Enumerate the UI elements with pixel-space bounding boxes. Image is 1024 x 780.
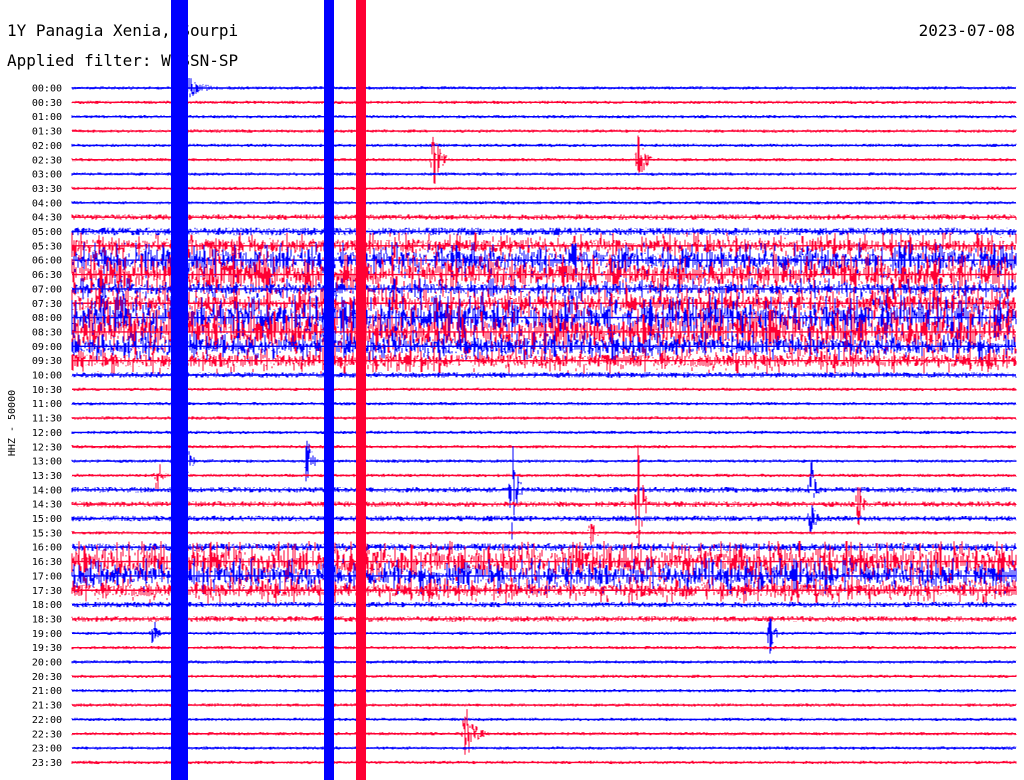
row-time-label: 18:30 (32, 614, 62, 625)
row-time-label: 13:30 (32, 471, 62, 482)
date-label: 2023-07-08 (919, 21, 1015, 40)
trace-group (71, 0, 1017, 780)
row-time-label: 19:00 (32, 629, 62, 640)
tick-label-group: 00:00 00:30 01:00 01:30 02:00 02:30 03:00 03:30… (32, 84, 62, 769)
y-axis-label: HHZ - 50000 (7, 390, 18, 456)
row-time-label: 23:30 (32, 758, 62, 769)
trace-row-1300 (71, 428, 1017, 504)
row-time-label: 10:00 (32, 371, 62, 382)
row-time-label: 19:30 (32, 643, 62, 654)
row-time-label: 20:30 (32, 672, 62, 683)
trace-row-1400 (71, 446, 1017, 540)
row-time-label: 16:00 (32, 543, 62, 554)
row-time-label: 07:30 (32, 299, 62, 310)
filter-label: Applied filter: WWSSN-SP (7, 51, 238, 70)
trace-row-1330 (71, 464, 1017, 491)
row-time-label: 02:00 (32, 141, 62, 152)
row-time-label: 12:00 (32, 428, 62, 439)
row-time-label: 05:30 (32, 241, 62, 252)
row-time-label: 14:30 (32, 500, 62, 511)
row-time-label: 06:30 (32, 270, 62, 281)
row-time-label: 15:00 (32, 514, 62, 525)
row-time-label: 22:30 (32, 729, 62, 740)
row-time-label: 08:00 (32, 313, 62, 324)
station-title: 1Y Panagia Xenia, Sourpi (7, 21, 238, 40)
row-time-label: 12:30 (32, 442, 62, 453)
row-time-label: 03:30 (32, 184, 62, 195)
row-time-label: 21:00 (32, 686, 62, 697)
row-time-label: 04:30 (32, 213, 62, 224)
row-time-label: 09:00 (32, 342, 62, 353)
row-time-label: 17:00 (32, 571, 62, 582)
row-time-label: 23:00 (32, 744, 62, 755)
row-time-label: 11:30 (32, 414, 62, 425)
trace-row-1530 (71, 523, 1017, 545)
row-time-label: 05:00 (32, 227, 62, 238)
row-time-label: 01:00 (32, 112, 62, 123)
row-time-label: 22:00 (32, 715, 62, 726)
row-time-label: 15:30 (32, 528, 62, 539)
saturated-event-band (171, 0, 188, 780)
saturated-event-band (356, 0, 366, 780)
saturated-event-band (324, 0, 334, 780)
row-time-label: 06:00 (32, 256, 62, 267)
row-time-label: 10:30 (32, 385, 62, 396)
row-time-label: 07:00 (32, 284, 62, 295)
row-time-label: 00:00 (32, 84, 62, 95)
row-time-label: 17:30 (32, 586, 62, 597)
row-time-label: 21:30 (32, 701, 62, 712)
row-time-label: 00:30 (32, 98, 62, 109)
row-time-label: 20:00 (32, 658, 62, 669)
row-time-label: 01:30 (32, 127, 62, 138)
row-time-label: 03:00 (32, 170, 62, 181)
row-time-label: 08:30 (32, 327, 62, 338)
row-time-label: 11:00 (32, 399, 62, 410)
helicorder-chart: 1Y Panagia Xenia, Sourpi Applied filter:… (7, 0, 1017, 780)
row-time-label: 09:30 (32, 356, 62, 367)
row-time-label: 16:30 (32, 557, 62, 568)
row-time-label: 02:30 (32, 155, 62, 166)
trace-row-0000 (71, 74, 1017, 107)
row-time-label: 13:00 (32, 457, 62, 468)
row-time-label: 14:00 (32, 485, 62, 496)
row-time-label: 18:00 (32, 600, 62, 611)
row-time-label: 04:00 (32, 198, 62, 209)
